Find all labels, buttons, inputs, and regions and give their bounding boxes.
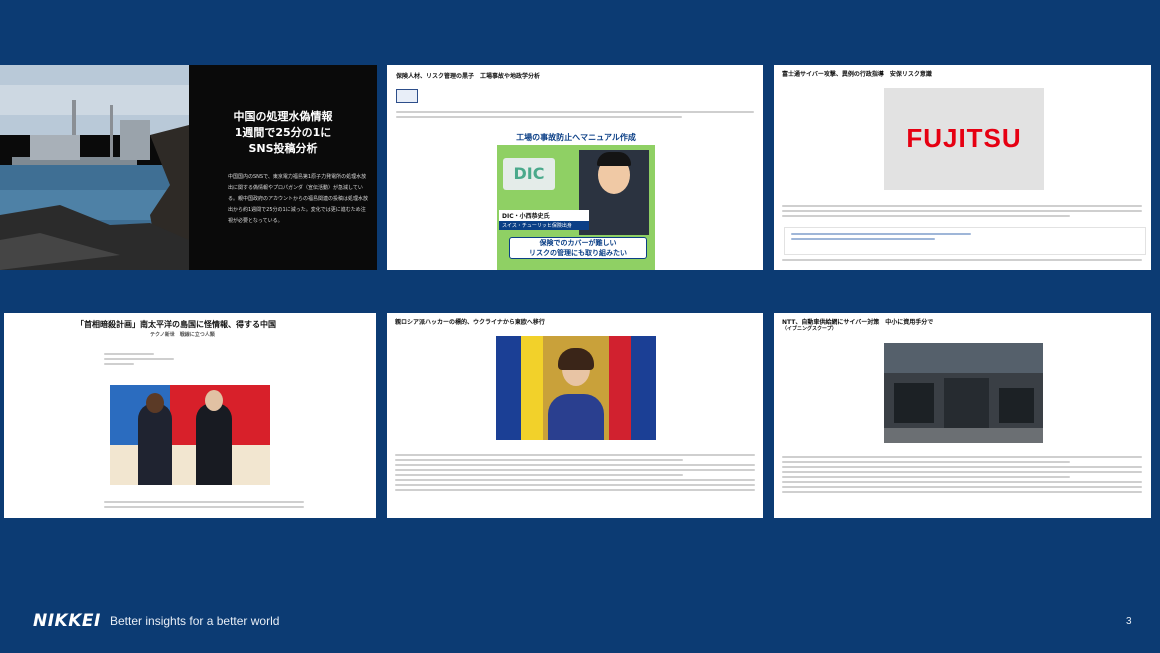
article-card-fujitsu[interactable]: 富士通サイバー攻撃、異例の行政指導 安保リスク意識 FUJITSU (774, 65, 1151, 270)
article-card-insurance[interactable]: 保険人材、リスク管理の黒子 工場事故や地政学分析 工場の事故防止へマニュアル作成… (387, 65, 763, 270)
article-card-hackers[interactable]: 親ロシア派ハッカーの標的、ウクライナから東欧へ移行 (387, 313, 763, 518)
article-subtitle: （イブニングスクープ） (782, 326, 837, 332)
nikkei-business-daily-icon (396, 89, 418, 103)
article-title: 親ロシア派ハッカーの標的、ウクライナから東欧へ移行 (395, 319, 545, 326)
tagline: Better insights for a better world (110, 614, 280, 628)
article-body-text (395, 454, 755, 494)
article-title: 保険人材、リスク管理の黒子 工場事故や地政学分析 (396, 73, 541, 80)
diplomats-photo (110, 385, 270, 485)
article-excerpt: 中国国内のSNSで、東京電力福島第1原子力発電所の処理水放出に関する偽情報やプロ… (228, 174, 368, 224)
interviewee-photo (579, 150, 649, 235)
article-card-south-pacific[interactable]: 「首相暗殺計画」南太平洋の島国に怪情報、得する中国 テクノ新世 戦線に立つ人類 (4, 313, 376, 518)
video-title-banner: 工場の事故防止へマニュアル作成 (497, 130, 655, 145)
article-body-text (104, 501, 304, 511)
quote-caption: 保険でのカバーが難しい リスクの管理にも取り組みたい (509, 237, 647, 259)
fujitsu-logo: FUJITSU (906, 123, 1022, 153)
headline: 中国の処理水偽情報 1週間で25分の1に SNS投稿分析 (233, 110, 333, 155)
factory-photo (884, 343, 1043, 443)
fujitsu-logo-image: FUJITSU (884, 88, 1044, 190)
video-thumbnail[interactable]: 工場の事故防止へマニュアル作成 DIC DIC・小西恭史氏 スイス・チューリッヒ… (497, 130, 655, 270)
dic-sign: DIC (503, 158, 555, 190)
article-body-text (396, 111, 754, 121)
article-title: 富士通サイバー攻撃、異例の行政指導 安保リスク意識 (782, 71, 932, 78)
article-card-ntt[interactable]: NTT、自動車供給網にサイバー対策 中小に資用手分で （イブニングスクープ） (774, 313, 1151, 518)
coast-photo (0, 65, 189, 270)
article-title: 「首相暗殺計画」南太平洋の島国に怪情報、得する中国 (76, 320, 276, 329)
article-body-text (782, 456, 1142, 496)
nikkei-logo: NIKKEI (33, 611, 101, 631)
article-body-text (782, 205, 1142, 220)
article-card-fukushima[interactable]: 中国の処理水偽情報 1週間で25分の1に SNS投稿分析 中国国内のSNSで、東… (0, 65, 377, 270)
name-caption: DIC・小西恭史氏 スイス・チューリッヒ保険出身 (499, 210, 589, 230)
article-subtitle: テクノ新世 戦線に立つ人類 (150, 332, 215, 338)
related-articles-box (784, 227, 1146, 255)
page-number: 3 (1126, 616, 1132, 627)
article-meta (104, 353, 204, 368)
moldova-president-photo (496, 336, 656, 440)
